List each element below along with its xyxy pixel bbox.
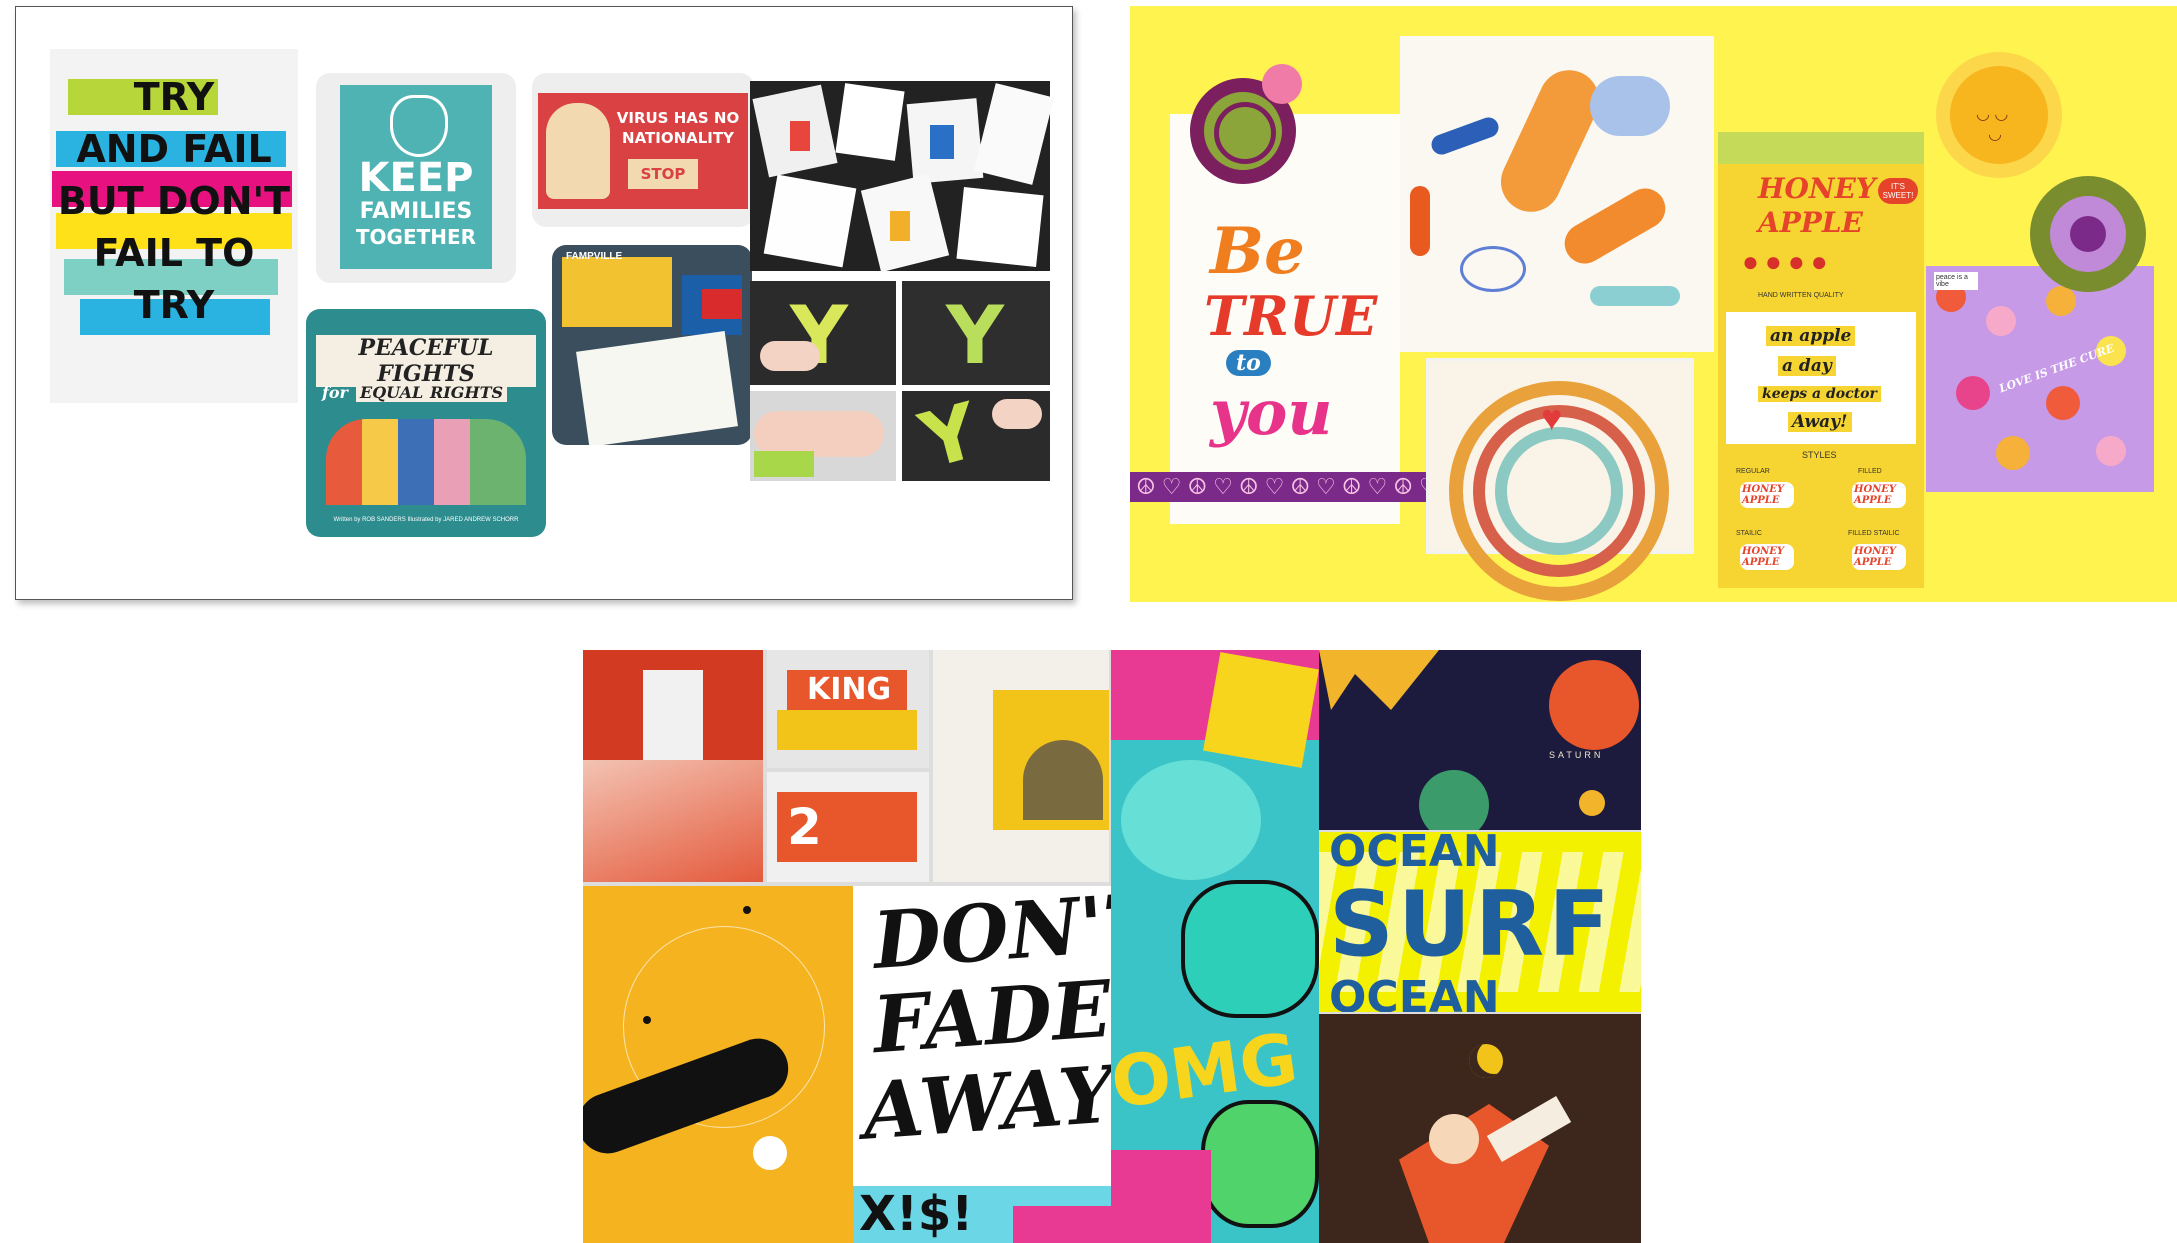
- house-collage: [750, 81, 1054, 273]
- sponge-letter: Y: [911, 391, 988, 481]
- poster-line: AND FAIL: [76, 127, 272, 171]
- apple-icons: ●●●●: [1742, 246, 1834, 277]
- peaceful-fights-book: PEACEFUL FIGHTS for EQUAL RIGHTS Written…: [306, 309, 546, 537]
- ocean-word: OCEAN: [1329, 832, 1500, 877]
- virus-line: NATIONALITY: [622, 129, 734, 147]
- brush-word: AWAY: [860, 1049, 1111, 1158]
- dont-fade-away-poster: DON'T FADE AWAY X!$!: [853, 886, 1111, 1243]
- lettering-word: you: [1210, 376, 1333, 449]
- sweet-badge: IT'S SWEET!: [1878, 178, 1918, 204]
- ocean-word: SURF: [1329, 872, 1614, 977]
- poster-line: KEEP: [358, 155, 474, 201]
- face-illustration: [546, 103, 610, 199]
- flower-sticker: [2030, 176, 2146, 292]
- heart-icon: ♥: [1541, 397, 1563, 438]
- honey-small: HONEY APPLE: [1852, 544, 1906, 570]
- book-subtitle: RIGHTS: [426, 383, 508, 402]
- honey-small: HONEY APPLE: [1740, 482, 1794, 508]
- peace-icon: [1214, 102, 1276, 164]
- poster-line: TRY: [133, 283, 215, 327]
- book-subtitle: for: [322, 383, 348, 402]
- stop-sign: STOP: [628, 159, 698, 189]
- keep-families-poster: KEEP FAMILIES TOGETHER: [316, 73, 516, 283]
- style-name: REGULAR: [1736, 468, 1770, 475]
- moon-icon: [1579, 790, 1605, 816]
- flower-icon: [1262, 64, 1302, 104]
- telescope-illustration: [1319, 1014, 1641, 1243]
- poster-line: FAMILIES: [359, 199, 473, 224]
- space-poster: SATURN: [1319, 650, 1641, 830]
- earth-planet: [1419, 770, 1489, 830]
- book-credits: Written by ROB SANDERS Illustrated by JA…: [333, 517, 519, 523]
- moodboard-colorful-lettering: Be TRUE to you ☮♡☮♡☮♡☮♡☮♡☮♡☮ ♥ HONEY APP…: [1130, 6, 2177, 602]
- poster-line: FAIL TO: [93, 231, 255, 275]
- atrium-photo: KING: [767, 650, 929, 768]
- floor-number: 2: [787, 798, 822, 856]
- lettering-word: to: [1226, 350, 1271, 376]
- apple-day-line: keeps a doctor: [1758, 386, 1881, 402]
- try-and-fail-poster: TRY AND FAIL BUT DON'T FAIL TO TRY: [50, 49, 298, 403]
- style-name: FILLED: [1858, 468, 1882, 475]
- style-name: STAILIC: [1736, 530, 1762, 537]
- honey-apple-sheet: HONEY APPLE IT'S SWEET! ●●●● HAND WRITTE…: [1718, 132, 1924, 588]
- comic-sticker-collage: OMG: [1111, 650, 1319, 1243]
- book-subtitle: EQUAL: [356, 383, 428, 402]
- virus-line: VIRUS HAS NO: [616, 109, 740, 127]
- ocean-word: OCEAN: [1329, 972, 1500, 1012]
- honey-title: APPLE: [1758, 206, 1863, 239]
- ocean-surf-poster: OCEAN SURF OCEAN: [1319, 832, 1641, 1012]
- ball: [753, 1136, 787, 1170]
- honey-sub: HAND WRITTEN QUALITY: [1758, 292, 1844, 299]
- apple-day-line: Away!: [1788, 412, 1852, 432]
- sponge-letter: Y: [946, 289, 1004, 382]
- be-true-to-you-card: Be TRUE to you: [1170, 114, 1400, 524]
- moodboard-activism: TRY AND FAIL BUT DON'T FAIL TO TRY KEEP …: [15, 6, 1073, 600]
- flower-border: [1718, 132, 1924, 164]
- saturn-planet: [1549, 660, 1639, 750]
- symbols-text: X!$!: [859, 1186, 974, 1242]
- sun-icon: ◡ ◡ ◡: [1950, 66, 2048, 164]
- stamp-label: FAMPVILLE: [566, 251, 623, 262]
- lettering-word: Be: [1210, 214, 1305, 289]
- poster-line: TOGETHER: [355, 225, 477, 249]
- corridor-photo: [933, 650, 1109, 882]
- rainbow-heart-card: ♥: [1426, 358, 1694, 601]
- hallway-photo: [583, 650, 763, 882]
- lettering-word: TRUE: [1204, 284, 1378, 348]
- children-illustration: [326, 419, 526, 505]
- moon-icon: [1469, 1044, 1503, 1078]
- saturn-label: SATURN: [1549, 750, 1604, 760]
- sponge-y-grid: Y Y Y: [750, 281, 1050, 481]
- virus-poster: VIRUS HAS NO NATIONALITY STOP: [532, 73, 754, 227]
- hand-ball-poster: [583, 886, 853, 1243]
- styles-label: STYLES: [1802, 450, 1837, 460]
- wayfinding-text: KING: [807, 672, 892, 707]
- honey-small: HONEY APPLE: [1740, 544, 1794, 570]
- apple-day-line: a day: [1778, 356, 1836, 376]
- peace-sticker: peace is a vibe: [1934, 272, 1978, 290]
- floor-sign-photo: 2: [767, 772, 929, 882]
- honey-title: HONEY: [1758, 172, 1876, 205]
- poster-line: BUT DON'T: [57, 179, 291, 223]
- hand-icon: [390, 95, 448, 157]
- flower-pattern: LOVE IS THE CURE peace is a vibe: [1926, 266, 2154, 492]
- stamp-kit-photo: FAMPVILLE: [552, 245, 752, 445]
- abstract-paint-card: [1400, 36, 1714, 352]
- book-title: PEACEFUL FIGHTS: [316, 335, 536, 387]
- apple-day-line: an apple: [1766, 326, 1856, 346]
- style-name: FILLED STAILIC: [1848, 530, 1900, 537]
- moodboard-bold-graphics: KING 2 OMG SATURN OCEAN SURF OCEAN DON'T…: [583, 650, 1641, 1243]
- poster-line: TRY: [133, 75, 215, 119]
- honey-small: HONEY APPLE: [1852, 482, 1906, 508]
